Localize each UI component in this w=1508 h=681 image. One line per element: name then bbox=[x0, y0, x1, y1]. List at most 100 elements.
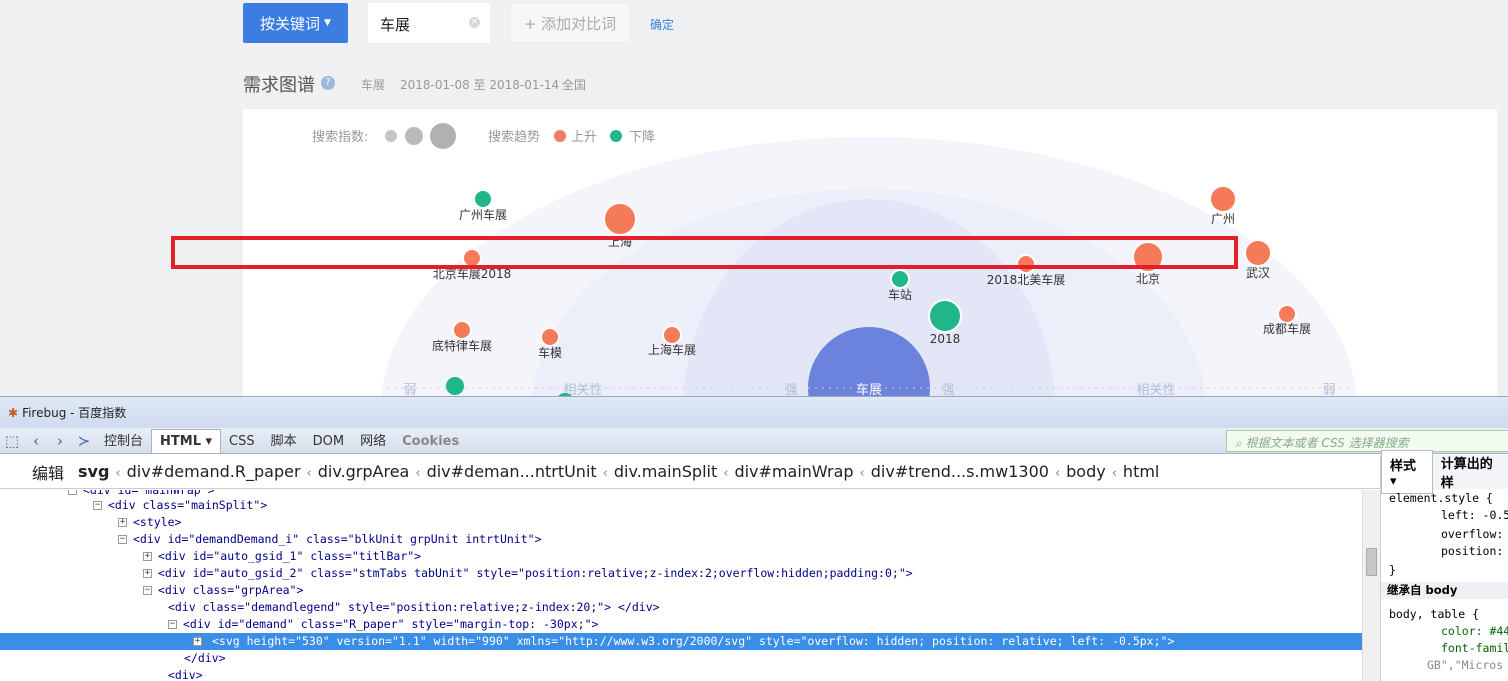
firebug-search-placeholder: 根据文本或者 CSS 选择器搜索 bbox=[1245, 436, 1409, 450]
node-3[interactable] bbox=[452, 320, 472, 340]
tree-node[interactable]: + <div id="auto_gsid_1" class="titlBar"> bbox=[0, 548, 1362, 565]
breadcrumb-item[interactable]: html bbox=[1123, 462, 1159, 481]
node-10[interactable] bbox=[1209, 185, 1237, 213]
style-rule-line: } bbox=[1389, 563, 1396, 577]
tree-node-markup: <div> bbox=[168, 668, 203, 681]
node-partial[interactable] bbox=[446, 377, 464, 395]
breadcrumb-item[interactable]: svg bbox=[78, 462, 109, 481]
command-line-icon[interactable]: ≻ bbox=[72, 429, 96, 453]
style-rule-line: 继承自 body bbox=[1381, 582, 1508, 599]
tree-node[interactable]: − <div id="demandDemand_i" class="blkUnit… bbox=[0, 531, 1362, 548]
section-term: 车展 bbox=[361, 78, 386, 92]
node-1[interactable] bbox=[603, 202, 637, 236]
tree-node[interactable]: + <div id="auto_gsid_2" class="stmTabs ta… bbox=[0, 565, 1362, 582]
tree-node-selected[interactable]: + <svg height="530" version="1.1" width="… bbox=[0, 633, 1362, 650]
tab-console[interactable]: 控制台 bbox=[96, 431, 151, 453]
tab-style[interactable]: 样式 ▾ bbox=[1381, 450, 1433, 494]
tree-node[interactable]: </div> bbox=[0, 650, 1362, 667]
expand-toggle-icon[interactable]: + bbox=[143, 552, 152, 561]
expand-toggle-icon[interactable]: − bbox=[168, 620, 177, 629]
style-rule-line: GB","Micros bbox=[1427, 658, 1504, 672]
back-icon[interactable]: ‹ bbox=[24, 429, 48, 453]
breadcrumb-item[interactable]: div#trend...s.mw1300 bbox=[871, 462, 1049, 481]
node-12[interactable] bbox=[1277, 304, 1297, 324]
inspect-icon[interactable]: ⬚ bbox=[0, 429, 24, 453]
help-icon[interactable]: ? bbox=[321, 76, 335, 90]
axis-relevance-right: 相关性 bbox=[1136, 383, 1175, 396]
forward-icon[interactable]: › bbox=[48, 429, 72, 453]
baidu-index-page: 按关键词 ▼ 车展 × + 添加对比词 确定 需求图谱 ? 车展 2018-01-0… bbox=[0, 0, 1508, 396]
expand-toggle-icon[interactable]: − bbox=[143, 586, 152, 595]
tab-html[interactable]: HTML ▾ bbox=[151, 429, 222, 453]
node-label: 成都车展 bbox=[1263, 321, 1311, 336]
edit-button[interactable]: 编辑 bbox=[32, 460, 64, 484]
tab-cookies[interactable]: Cookies bbox=[394, 431, 467, 453]
expand-toggle-icon[interactable]: − bbox=[118, 535, 127, 544]
tree-node-markup: <div id="demand" class="R_paper" style="… bbox=[183, 617, 599, 631]
breadcrumb-separator: ‹ bbox=[415, 466, 421, 481]
tree-node-markup: <div id="mainWrap"> bbox=[83, 490, 215, 497]
search-icon: ⌕ bbox=[1235, 436, 1242, 450]
tree-node-markup: <div class="grpArea"> bbox=[158, 583, 304, 597]
breadcrumb-item[interactable]: div#deman...ntrtUnit bbox=[427, 462, 597, 481]
caret-down-icon: ▼ bbox=[324, 18, 331, 28]
breadcrumb-separator: ‹ bbox=[306, 466, 312, 481]
breadcrumb-separator: ‹ bbox=[1054, 466, 1061, 481]
node-label: 车站 bbox=[888, 287, 912, 302]
legend-down-dot bbox=[610, 130, 622, 142]
legend-size-medium bbox=[405, 127, 423, 145]
tab-script[interactable]: 脚本 bbox=[263, 431, 305, 453]
node-label: 广州 bbox=[1211, 212, 1235, 226]
expand-toggle-icon[interactable]: − bbox=[68, 490, 77, 495]
firebug-title: Firebug - 百度指数 bbox=[22, 406, 127, 420]
tree-node[interactable]: − <div id="demand" class="R_paper" style=… bbox=[0, 616, 1362, 633]
breadcrumb-item[interactable]: div.grpArea bbox=[318, 462, 410, 481]
center-node-label: 车展 bbox=[856, 382, 882, 396]
tree-scrollbar[interactable] bbox=[1362, 490, 1380, 681]
firebug-titlebar: ✱ Firebug - 百度指数 bbox=[0, 396, 1508, 428]
side-panel-tabs: 样式 ▾ 计算出的样 bbox=[1380, 450, 1508, 494]
node-4[interactable] bbox=[540, 327, 560, 347]
tree-node-markup: <div class="mainSplit"> bbox=[108, 498, 268, 512]
tab-computed[interactable]: 计算出的样 bbox=[1433, 449, 1508, 495]
node-0[interactable] bbox=[473, 189, 493, 209]
node-label: 2018 bbox=[930, 332, 961, 346]
node-label: 上海车展 bbox=[648, 342, 696, 357]
breadcrumb-item[interactable]: div#mainWrap bbox=[734, 462, 853, 481]
search-term-value: 车展 bbox=[380, 16, 411, 34]
tree-node[interactable]: <div> bbox=[0, 667, 1362, 681]
node-label: 车模 bbox=[538, 345, 562, 360]
tab-style-label: 样式 bbox=[1390, 459, 1417, 474]
node-11[interactable] bbox=[1244, 239, 1272, 267]
tab-net[interactable]: 网络 bbox=[352, 431, 394, 453]
style-rule-line: overflow: bbox=[1441, 527, 1504, 541]
add-compare-button[interactable]: + 添加对比词 bbox=[510, 3, 630, 43]
legend-up-dot bbox=[554, 130, 566, 142]
breadcrumb-item[interactable]: div.mainSplit bbox=[614, 462, 717, 481]
tree-node[interactable]: − <div class="grpArea"> bbox=[0, 582, 1362, 599]
tree-node[interactable]: − <div class="mainSplit"> bbox=[0, 497, 1362, 514]
tree-node[interactable]: <div class="demandlegend" style="positio… bbox=[0, 599, 1362, 616]
tab-css[interactable]: CSS bbox=[221, 431, 263, 453]
node-7[interactable] bbox=[928, 299, 962, 333]
expand-toggle-icon[interactable]: + bbox=[143, 569, 152, 578]
tree-node[interactable]: + <style> bbox=[0, 514, 1362, 531]
tab-dom[interactable]: DOM bbox=[305, 431, 352, 453]
style-rule-line: element.style { bbox=[1389, 491, 1493, 505]
node-6[interactable] bbox=[890, 269, 910, 289]
node-label: 北京 bbox=[1136, 272, 1160, 286]
breadcrumb-item[interactable]: div#demand.R_paper bbox=[127, 462, 301, 481]
tree-node-markup: <style> bbox=[133, 515, 182, 529]
expand-toggle-icon[interactable]: + bbox=[193, 637, 202, 646]
tree-node-markup: <svg height="530" version="1.1" width="9… bbox=[212, 634, 1175, 648]
search-term-input[interactable]: 车展 × bbox=[368, 3, 490, 43]
axis-weak-right: 弱 bbox=[1322, 383, 1335, 396]
scrollbar-thumb[interactable] bbox=[1366, 548, 1377, 576]
keyword-mode-button[interactable]: 按关键词 ▼ bbox=[243, 3, 348, 43]
confirm-link[interactable]: 确定 bbox=[650, 16, 674, 33]
node-5[interactable] bbox=[662, 325, 682, 345]
expand-toggle-icon[interactable]: + bbox=[118, 518, 127, 527]
expand-toggle-icon[interactable]: − bbox=[93, 501, 102, 510]
clear-icon[interactable]: × bbox=[469, 17, 480, 28]
breadcrumb-item[interactable]: body bbox=[1066, 462, 1106, 481]
